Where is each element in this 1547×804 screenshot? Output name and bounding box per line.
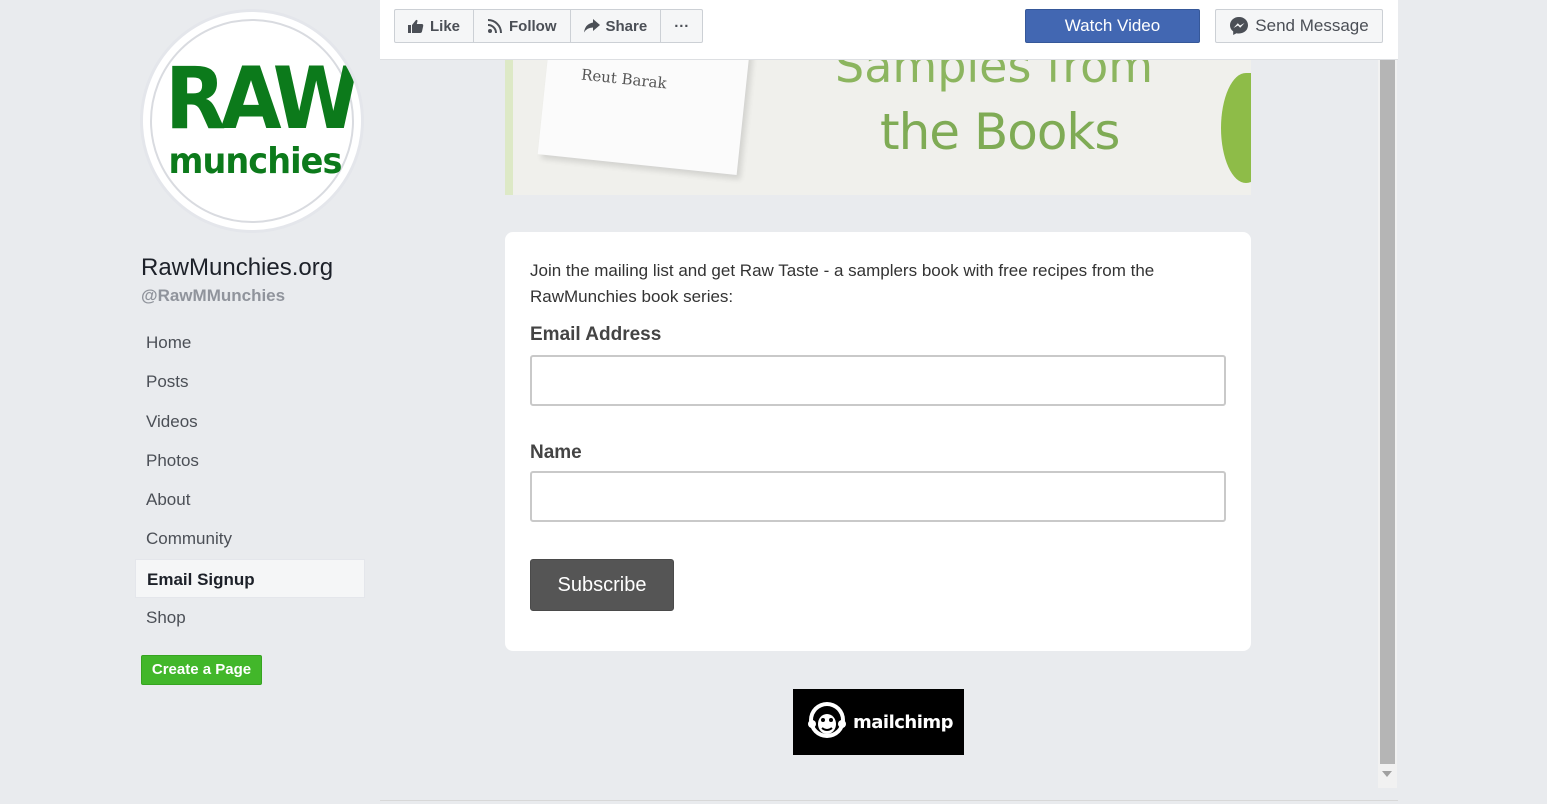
scrollbar[interactable]	[1378, 60, 1397, 788]
send-message-label: Send Message	[1255, 16, 1369, 35]
nav-item-community[interactable]: Community	[135, 519, 365, 558]
follow-button[interactable]: Follow	[474, 10, 571, 42]
name-label: Name	[530, 442, 582, 463]
mailchimp-wordmark: mailchimp	[853, 711, 954, 733]
messenger-icon	[1229, 16, 1249, 36]
send-message-button[interactable]: Send Message	[1215, 9, 1383, 43]
nav-item-home[interactable]: Home	[135, 323, 365, 362]
divider	[380, 800, 1398, 801]
signup-form-card: Join the mailing list and get Raw Taste …	[505, 232, 1251, 651]
email-field[interactable]	[530, 355, 1226, 406]
leaf-graphic	[1221, 73, 1251, 183]
nav-item-shop[interactable]: Shop	[135, 598, 365, 637]
logo-munchies-text: munchies	[168, 141, 343, 182]
more-options-button[interactable]: ···	[661, 10, 702, 42]
profile-picture[interactable]: RAW munchies	[140, 9, 364, 233]
logo-raw-text: RAW	[165, 49, 360, 149]
page-nav: Home Posts Videos Photos About Community…	[135, 323, 365, 637]
like-label: Like	[430, 17, 461, 35]
left-column: RAW munchies RawMunchies.org @RawMMunchi…	[0, 0, 378, 804]
share-arrow-icon	[583, 19, 600, 33]
banner-title: the Books	[880, 103, 1120, 161]
page-action-bar: Like Follow Share ··· Watch Video Send M…	[380, 0, 1398, 60]
subscribe-button[interactable]: Subscribe	[530, 559, 674, 611]
nav-item-email-signup[interactable]: Email Signup	[135, 558, 365, 599]
nav-item-posts[interactable]: Posts	[135, 362, 365, 401]
mailchimp-badge[interactable]: mailchimp	[793, 689, 964, 755]
nav-item-videos[interactable]: Videos	[135, 402, 365, 441]
cover-banner-image: Reut Barak Samples from the Books	[505, 55, 1251, 195]
scrollbar-thumb[interactable]	[1380, 60, 1395, 764]
follow-label: Follow	[509, 17, 557, 35]
thumbs-up-icon	[408, 19, 424, 33]
share-button[interactable]: Share	[571, 10, 662, 42]
banner-stripe	[505, 55, 513, 195]
mailchimp-monkey-icon	[807, 698, 847, 747]
name-field[interactable]	[530, 471, 1226, 522]
email-label: Email Address	[530, 324, 662, 345]
nav-item-photos[interactable]: Photos	[135, 441, 365, 480]
action-button-group: Like Follow Share ···	[394, 9, 704, 43]
share-label: Share	[605, 17, 648, 35]
page-handle[interactable]: @RawMMunchies	[141, 286, 285, 306]
create-page-button[interactable]: Create a Page	[141, 655, 262, 685]
like-button[interactable]: Like	[395, 10, 475, 42]
rss-icon	[487, 18, 503, 34]
banner-title-top: Samples from	[835, 55, 1154, 93]
nav-item-about[interactable]: About	[135, 480, 365, 519]
scroll-down-arrow-icon[interactable]	[1382, 771, 1392, 777]
signup-intro-text: Join the mailing list and get Raw Taste …	[530, 261, 1155, 306]
more-dots-icon: ···	[674, 17, 690, 35]
watch-video-button[interactable]: Watch Video	[1025, 9, 1200, 43]
page-title[interactable]: RawMunchies.org	[141, 254, 333, 282]
